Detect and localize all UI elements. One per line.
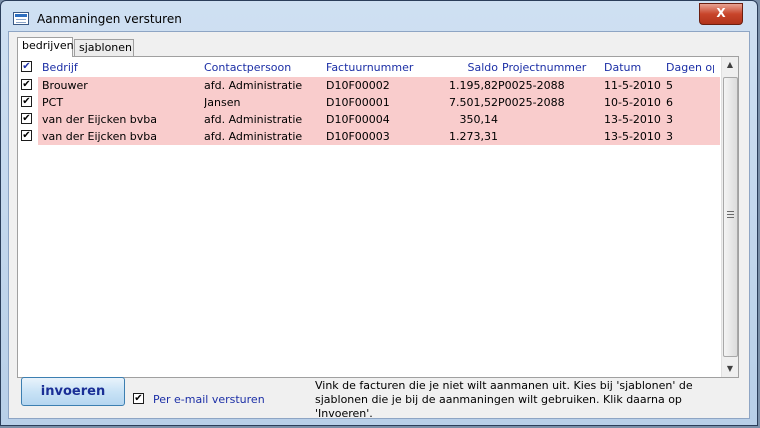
header-bedrijf[interactable]: Bedrijf — [42, 59, 202, 76]
row-checkbox[interactable]: ✔ — [21, 130, 32, 141]
cell-factuurnummer: D10F00004 — [326, 113, 390, 126]
header-saldo[interactable]: Saldo — [418, 59, 499, 76]
cell-projectnummer: P0025-2088 — [498, 96, 565, 109]
cell-factuurnummer: D10F00001 — [326, 96, 390, 109]
invoice-grid: ✔ Bedrijf Contactpersoon Factuurnummer S… — [18, 57, 720, 377]
cell-datum: 10-5-2010 — [604, 96, 661, 109]
cell-bedrijf: PCT — [42, 96, 64, 109]
header-dagen-open[interactable]: Dagen op — [666, 59, 714, 76]
table-row[interactable]: ✔ van der Eijcken bvba afd. Administrati… — [18, 128, 720, 145]
cell-saldo: 350,14 — [459, 113, 499, 126]
cell-factuurnummer: D10F00003 — [326, 130, 390, 143]
scroll-up-arrow-icon[interactable]: ▲ — [722, 57, 738, 73]
dialog-window: Aanmaningen versturen X bedrijven sjablo… — [0, 0, 758, 426]
table-row[interactable]: ✔ van der Eijcken bvba afd. Administrati… — [18, 111, 720, 128]
header-factuurnummer[interactable]: Factuurnummer — [326, 59, 416, 76]
invoice-list-panel: ✔ Bedrijf Contactpersoon Factuurnummer S… — [17, 56, 739, 378]
email-checkbox[interactable]: ✔ — [133, 393, 144, 404]
title-bar[interactable]: Aanmaningen versturen X — [1, 1, 757, 31]
cell-saldo: 1.195,82 — [449, 79, 498, 92]
tab-bedrijven[interactable]: bedrijven — [17, 37, 74, 57]
cell-dagen-open: 6 — [666, 96, 673, 109]
cell-bedrijf: van der Eijcken bvba — [42, 113, 158, 126]
grid-header: ✔ Bedrijf Contactpersoon Factuurnummer S… — [18, 59, 720, 76]
cell-contactpersoon: afd. Administratie — [204, 79, 303, 92]
cell-contactpersoon: Jansen — [204, 96, 241, 109]
table-row[interactable]: ✔ PCT Jansen D10F00001 7.501,52 P0025-20… — [18, 94, 720, 111]
window-title: Aanmaningen versturen — [37, 12, 182, 26]
table-row[interactable]: ✔ Brouwer afd. Administratie D10F00002 1… — [18, 77, 720, 94]
cell-dagen-open: 5 — [666, 79, 673, 92]
cell-datum: 11-5-2010 — [604, 79, 661, 92]
tab-sjablonen[interactable]: sjablonen — [74, 39, 134, 56]
cell-dagen-open: 3 — [666, 130, 673, 143]
email-checkbox-label[interactable]: Per e-mail versturen — [153, 393, 265, 406]
cell-bedrijf: van der Eijcken bvba — [42, 130, 158, 143]
row-checkbox[interactable]: ✔ — [21, 113, 32, 124]
instructions-text: Vink de facturen die je niet wilt aanman… — [315, 379, 693, 420]
select-all-checkbox[interactable]: ✔ — [21, 61, 32, 72]
vertical-scrollbar[interactable]: ▲ ▼ — [721, 57, 738, 377]
scroll-down-arrow-icon[interactable]: ▼ — [722, 361, 738, 377]
cell-contactpersoon: afd. Administratie — [204, 130, 303, 143]
cell-datum: 13-5-2010 — [604, 130, 661, 143]
header-projectnummer[interactable]: Projectnummer — [502, 59, 602, 76]
cell-saldo: 1.273,31 — [449, 130, 498, 143]
cell-saldo: 7.501,52 — [449, 96, 498, 109]
cell-dagen-open: 3 — [666, 113, 673, 126]
invoeren-button[interactable]: invoeren — [21, 377, 125, 406]
cell-factuurnummer: D10F00002 — [326, 79, 390, 92]
header-contactpersoon[interactable]: Contactpersoon — [204, 59, 324, 76]
row-checkbox[interactable]: ✔ — [21, 96, 32, 107]
cell-bedrijf: Brouwer — [42, 79, 88, 92]
header-datum[interactable]: Datum — [604, 59, 664, 76]
row-checkbox[interactable]: ✔ — [21, 79, 32, 90]
close-button[interactable]: X — [699, 3, 743, 25]
cell-contactpersoon: afd. Administratie — [204, 113, 303, 126]
form-icon — [13, 12, 29, 25]
dialog-body: bedrijven sjablonen ✔ Bedrijf Contactper… — [8, 31, 750, 420]
cell-projectnummer: P0025-2088 — [498, 79, 565, 92]
scrollbar-grip-icon — [727, 211, 734, 218]
cell-datum: 13-5-2010 — [604, 113, 661, 126]
scrollbar-thumb[interactable] — [723, 77, 738, 357]
